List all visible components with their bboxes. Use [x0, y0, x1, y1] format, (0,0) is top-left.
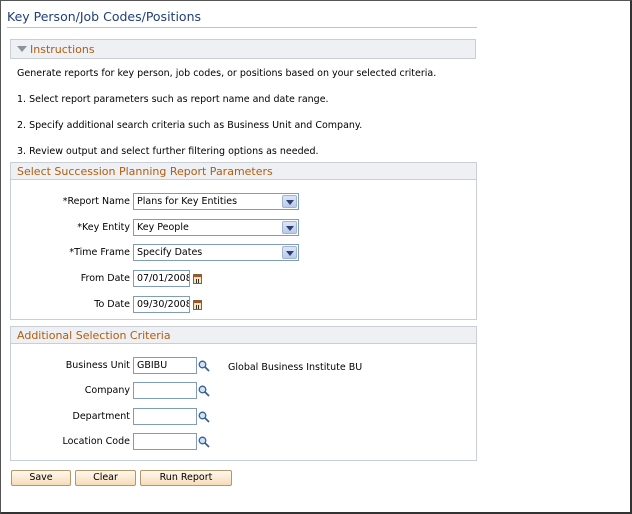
- department-input[interactable]: [133, 408, 197, 425]
- key-entity-label: *Key Entity: [77, 222, 130, 233]
- run-report-button[interactable]: Run Report: [140, 470, 232, 486]
- additional-criteria-header-label: Additional Selection Criteria: [17, 329, 171, 342]
- key-entity-select[interactable]: Key People: [133, 219, 299, 236]
- report-name-value: Plans for Key Entities: [137, 196, 238, 207]
- location-code-input[interactable]: [133, 433, 197, 450]
- clear-button[interactable]: Clear: [75, 470, 136, 486]
- company-label: Company: [84, 385, 130, 396]
- business-unit-label: Business Unit: [65, 360, 130, 371]
- location-code-label: Location Code: [62, 436, 130, 447]
- instructions-intro: Generate reports for key person, job cod…: [17, 68, 437, 79]
- instructions-header-label[interactable]: Instructions: [30, 43, 95, 56]
- instructions-step-3: 3. Review output and select further filt…: [17, 146, 319, 157]
- chevron-down-icon[interactable]: [282, 246, 297, 259]
- chevron-down-icon[interactable]: [282, 195, 297, 208]
- from-date-input[interactable]: 07/01/2008: [133, 270, 190, 287]
- report-parameters-group: [10, 162, 477, 320]
- report-name-select[interactable]: Plans for Key Entities: [133, 193, 299, 210]
- business-unit-description: Global Business Institute BU: [228, 362, 363, 373]
- time-frame-label: *Time Frame: [69, 247, 130, 258]
- report-parameters-header-label: Select Succession Planning Report Parame…: [17, 165, 273, 178]
- calendar-icon[interactable]: [193, 300, 202, 310]
- calendar-icon[interactable]: [193, 274, 202, 284]
- instructions-step-1: 1. Select report parameters such as repo…: [17, 94, 329, 105]
- from-date-label: From Date: [80, 273, 130, 284]
- instructions-header[interactable]: Instructions: [10, 39, 476, 59]
- instructions-step-2: 2. Specify additional search criteria su…: [17, 120, 363, 131]
- magnifier-icon[interactable]: [198, 385, 210, 397]
- page-title: Key Person/Job Codes/Positions: [7, 9, 202, 24]
- company-input[interactable]: [133, 382, 197, 399]
- magnifier-icon[interactable]: [198, 411, 210, 423]
- time-frame-select[interactable]: Specify Dates: [133, 244, 299, 261]
- time-frame-value: Specify Dates: [137, 247, 203, 258]
- save-button[interactable]: Save: [11, 470, 71, 486]
- business-unit-input[interactable]: GBIBU: [133, 357, 197, 374]
- additional-criteria-header: Additional Selection Criteria: [10, 326, 477, 344]
- report-parameters-header: Select Succession Planning Report Parame…: [10, 162, 477, 180]
- key-entity-value: Key People: [137, 222, 189, 233]
- to-date-input[interactable]: 09/30/2008: [133, 296, 190, 313]
- department-label: Department: [72, 411, 131, 422]
- triangle-down-icon[interactable]: [17, 46, 27, 52]
- title-divider: [7, 27, 477, 28]
- chevron-down-icon[interactable]: [282, 221, 297, 234]
- magnifier-icon[interactable]: [198, 436, 210, 448]
- report-name-label: *Report Name: [62, 196, 130, 207]
- magnifier-icon[interactable]: [198, 360, 210, 372]
- to-date-label: To Date: [94, 299, 130, 310]
